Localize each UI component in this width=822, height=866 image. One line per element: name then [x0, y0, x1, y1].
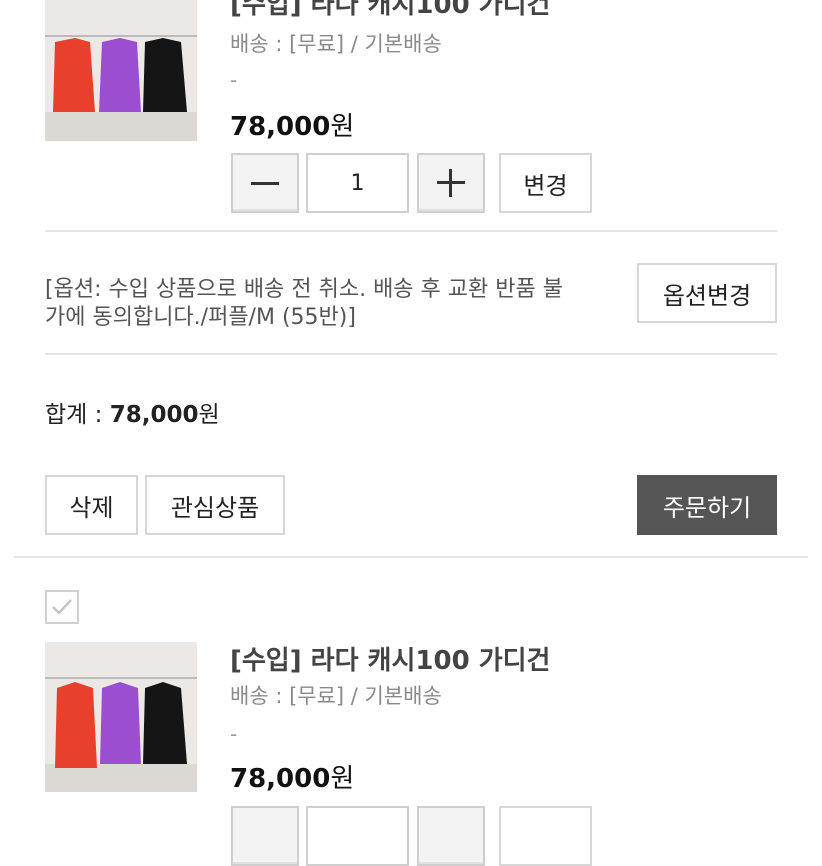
option-text: [옵션: 수입 상품으로 배송 전 취소. 배송 후 교환 반품 불가에 동의합… — [45, 277, 563, 330]
shipping-info: 배송 : [무료] / 기본배송 — [230, 32, 442, 56]
quantity-input[interactable]: 1 — [306, 153, 409, 213]
product-price: 78,000원 — [230, 112, 355, 142]
product-title[interactable]: [수입] 라다 캐시100 가디건 — [230, 640, 550, 677]
product-price: 78,000원 — [230, 764, 355, 794]
quantity-change-button[interactable]: 변경 — [499, 153, 592, 213]
quantity-change-button[interactable] — [499, 806, 592, 866]
section-divider — [14, 556, 808, 558]
delete-button[interactable]: 삭제 — [45, 475, 138, 535]
quantity-decrease-button[interactable] — [231, 153, 299, 213]
product-title[interactable]: [수입] 라다 캐시100 가디건 — [230, 0, 550, 21]
plus-icon — [437, 169, 465, 197]
checkmark-icon — [52, 599, 72, 615]
option-placeholder: - — [230, 722, 238, 746]
option-change-button[interactable]: 옵션변경 — [637, 263, 777, 323]
order-button[interactable]: 주문하기 — [637, 475, 777, 535]
product-thumbnail[interactable] — [45, 642, 197, 792]
quantity-increase-button[interactable] — [417, 806, 485, 866]
divider — [45, 230, 777, 232]
quantity-input[interactable] — [306, 806, 409, 866]
divider — [45, 353, 777, 355]
select-item-checkbox[interactable] — [45, 590, 79, 624]
minus-icon — [251, 181, 279, 185]
order-total: 합계 : 78,000원 — [45, 402, 220, 428]
option-placeholder: - — [230, 68, 238, 92]
quantity-decrease-button[interactable] — [231, 806, 299, 866]
shipping-info: 배송 : [무료] / 기본배송 — [230, 684, 442, 708]
quantity-increase-button[interactable] — [417, 153, 485, 213]
product-thumbnail[interactable] — [45, 0, 197, 141]
add-to-wishlist-button[interactable]: 관심상품 — [145, 475, 285, 535]
